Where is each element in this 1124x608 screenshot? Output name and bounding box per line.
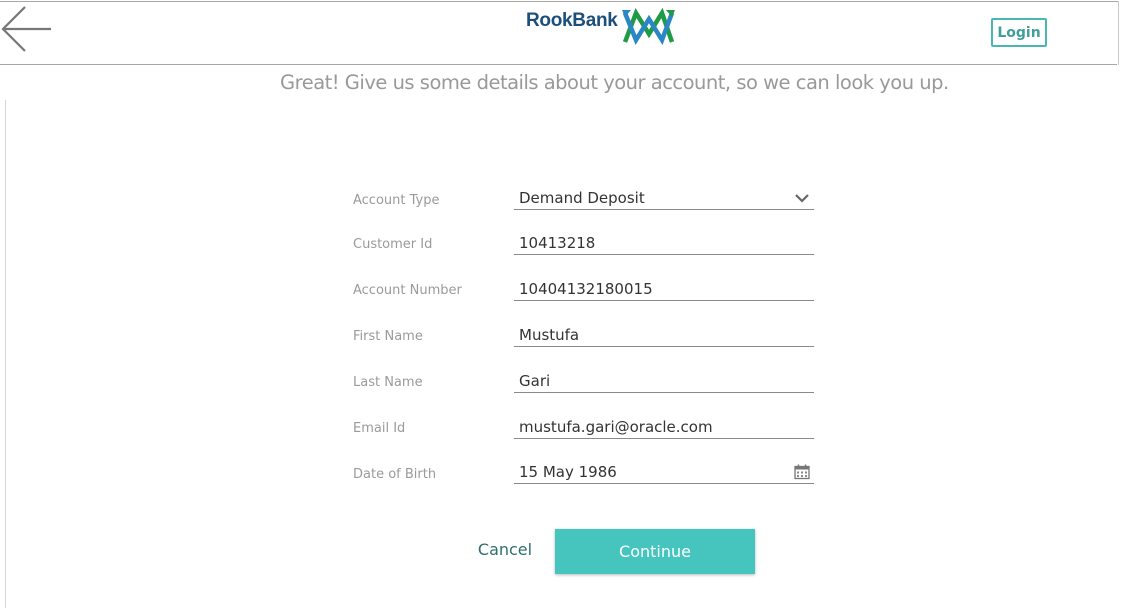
rookbank-logo: RookBank [526,7,678,45]
account-number-value: 10404132180015 [519,280,653,298]
email-id-label: Email Id [353,421,406,436]
last-name-value: Gari [519,372,551,390]
customer-id-field[interactable]: 10413218 [514,232,814,255]
date-of-birth-value: 15 May 1986 [519,463,617,481]
date-of-birth-field[interactable]: 15 May 1986 [514,461,814,484]
account-number-label: Account Number [353,283,462,298]
content-left-border [5,100,6,608]
login-button[interactable]: Login [991,18,1047,47]
back-button[interactable] [0,4,54,52]
header-top-border [0,1,1118,2]
account-type-select[interactable]: Demand Deposit [514,187,814,210]
customer-id-value: 10413218 [519,234,596,252]
back-arrow-icon [1,6,51,52]
first-name-value: Mustufa [519,326,580,344]
continue-button[interactable]: Continue [555,529,755,574]
cancel-button[interactable]: Cancel [470,536,540,562]
account-number-field[interactable]: 10404132180015 [514,278,814,301]
email-value: mustufa.gari@oracle.com [519,418,713,436]
account-type-value: Demand Deposit [519,189,645,207]
header-right-border [1118,1,1119,65]
last-name-label: Last Name [353,375,423,390]
account-type-label: Account Type [353,193,440,208]
date-of-birth-label: Date of Birth [353,467,437,482]
logo-text: RookBank [526,10,618,31]
email-field[interactable]: mustufa.gari@oracle.com [514,416,814,439]
customer-id-label: Customer Id [353,237,433,252]
last-name-field[interactable]: Gari [514,370,814,393]
first-name-field[interactable]: Mustufa [514,324,814,347]
first-name-label: First Name [353,329,423,344]
calendar-icon[interactable] [794,464,810,480]
header-bottom-border [0,64,1117,65]
chevron-down-icon [795,194,809,203]
page-subtitle: Great! Give us some details about your a… [280,71,949,94]
rookbank-logo-icon [622,7,675,45]
